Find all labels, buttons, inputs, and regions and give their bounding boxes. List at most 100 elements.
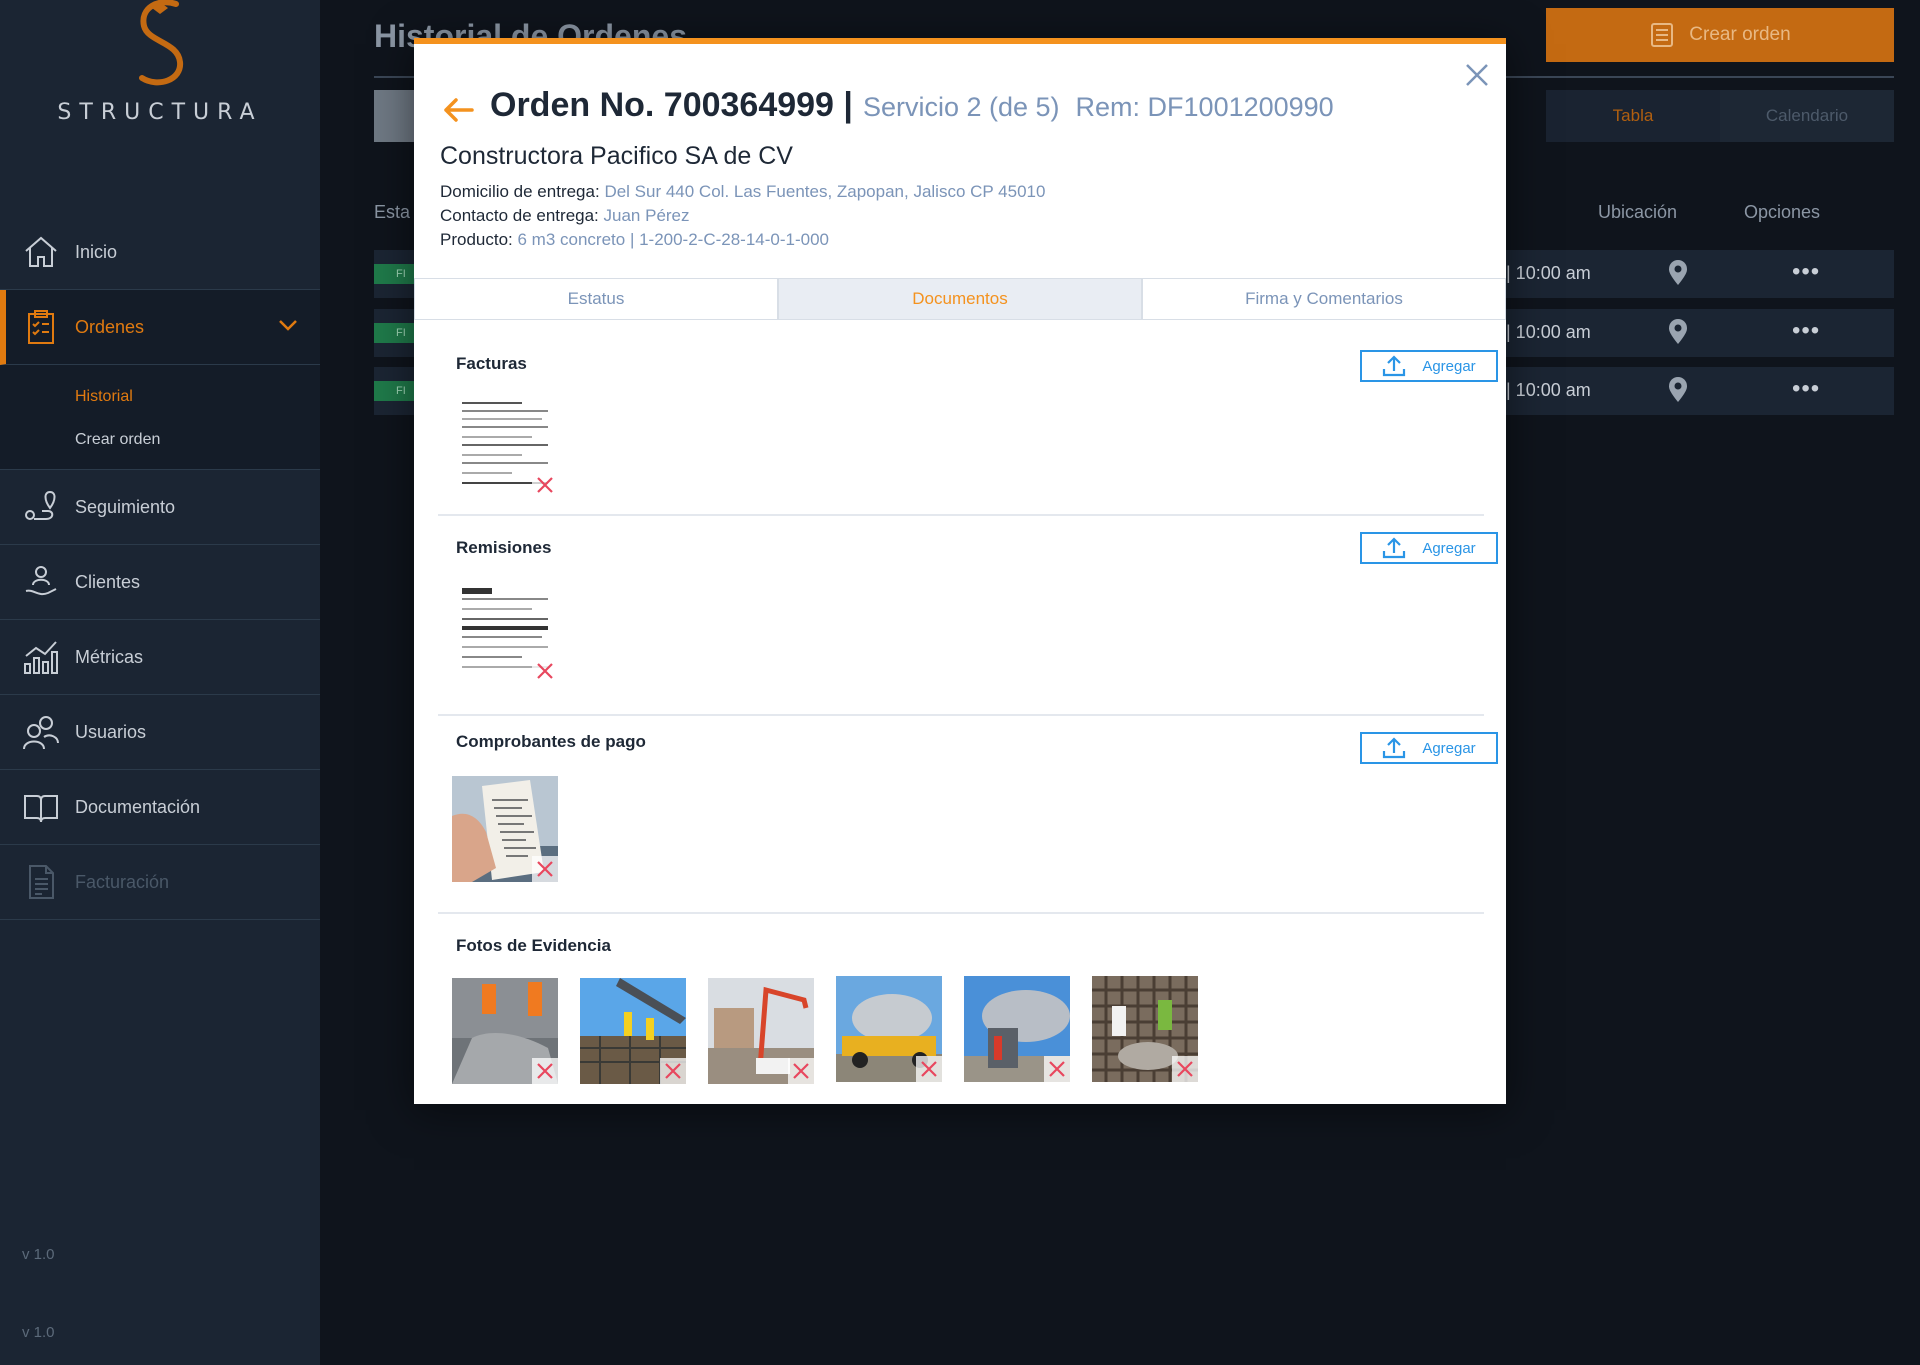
sidebar-nav: Inicio Ordenes Historial Crear orden Seg…	[0, 215, 320, 920]
invoice-icon	[29, 865, 54, 899]
sidebar-item-label: Ordenes	[75, 316, 145, 337]
view-calendar-tab[interactable]: Calendario	[1720, 90, 1894, 142]
header-separator: |	[843, 86, 853, 124]
section-comprobantes-pago: Comprobantes de pago Agregar	[438, 716, 1498, 914]
order-header: Orden No. 700364999 | Servicio 2 (de 5) Re…	[490, 86, 1334, 125]
sidebar-item-seguimiento[interactable]: Seguimiento	[0, 470, 320, 545]
version-label: v 1.0	[22, 1324, 55, 1341]
more-options-icon[interactable]: •••	[1792, 319, 1820, 343]
user-hand-icon	[25, 566, 57, 596]
status-badge: FI	[374, 264, 414, 284]
sidebar: STRUCTURA Inicio Ordenes Historial Crear…	[0, 0, 320, 1365]
section-facturas: Facturas Agregar	[438, 334, 1498, 516]
column-header-location: Ubicación	[1598, 202, 1678, 222]
tab-estatus[interactable]: Estatus	[414, 278, 778, 319]
order-detail-modal: Orden No. 700364999 | Servicio 2 (de 5) Re…	[414, 38, 1506, 1104]
product-info: Producto: 6 m3 concreto | 1-200-2-C-28-1…	[440, 230, 830, 249]
sidebar-item-documentacion[interactable]: Documentación	[0, 770, 320, 845]
sidebar-item-label: Métricas	[75, 646, 144, 667]
tab-documentos[interactable]: Documentos	[778, 278, 1142, 319]
back-arrow-icon[interactable]	[442, 96, 474, 124]
evidence-photo[interactable]	[964, 976, 1070, 1082]
column-header-status: Esta	[374, 202, 411, 222]
location-pin-icon[interactable]	[1667, 377, 1689, 403]
subnav-item-crear-orden[interactable]: Crear orden	[75, 418, 320, 461]
remove-icon[interactable]	[788, 1058, 814, 1084]
remove-icon[interactable]	[1044, 1056, 1070, 1082]
users-icon	[23, 716, 59, 750]
delivery-contact: Contacto de entrega: Juan Pérez	[440, 206, 690, 225]
rem-label: Rem: DF1001200990	[1075, 92, 1334, 122]
add-invoice-button[interactable]: Agregar	[1360, 350, 1498, 382]
document-list-icon	[1651, 23, 1674, 47]
evidence-photo[interactable]	[1092, 976, 1198, 1082]
clipboard-icon	[28, 310, 54, 344]
add-payment-proof-button[interactable]: Agregar	[1360, 732, 1498, 764]
upload-icon	[1383, 737, 1406, 759]
sidebar-item-metricas[interactable]: Métricas	[0, 620, 320, 695]
chevron-down-icon[interactable]	[278, 318, 298, 332]
sidebar-item-inicio[interactable]: Inicio	[0, 215, 320, 290]
book-icon	[24, 795, 58, 823]
sidebar-item-label: Seguimiento	[75, 496, 176, 517]
sidebar-item-label: Clientes	[75, 571, 141, 592]
section-fotos-evidencia: Fotos de Evidencia	[438, 916, 1484, 1096]
bar-chart-icon	[24, 641, 58, 674]
status-badge: FI	[374, 323, 414, 343]
brand-name: STRUCTURA	[57, 100, 263, 125]
section-title: Remisiones	[456, 538, 552, 557]
sidebar-item-label: Facturación	[75, 871, 170, 892]
subnav-item-historial[interactable]: Historial	[75, 375, 320, 418]
section-title: Comprobantes de pago	[456, 732, 646, 751]
section-title: Facturas	[456, 354, 527, 373]
sidebar-item-label: Usuarios	[75, 721, 147, 742]
add-remission-button[interactable]: Agregar	[1360, 532, 1498, 564]
row-time: | 10:00 am	[1506, 322, 1591, 342]
view-table-tab[interactable]: Tabla	[1546, 90, 1720, 142]
tab-firma-comentarios[interactable]: Firma y Comentarios	[1142, 278, 1506, 319]
sidebar-item-clientes[interactable]: Clientes	[0, 545, 320, 620]
upload-icon	[1383, 355, 1406, 377]
evidence-photo[interactable]	[836, 976, 942, 1082]
sidebar-item-facturacion[interactable]: Facturación	[0, 845, 320, 920]
remove-icon[interactable]	[532, 472, 558, 498]
create-order-label: Crear orden	[1689, 24, 1791, 45]
company-name: Constructora Pacifico SA de CV	[440, 142, 793, 170]
remove-icon[interactable]	[660, 1058, 686, 1084]
more-options-icon[interactable]: •••	[1792, 260, 1820, 284]
evidence-photo[interactable]	[708, 978, 814, 1084]
version-label: v 1.0	[22, 1246, 55, 1263]
home-icon	[25, 236, 57, 267]
delivery-address: Domicilio de entrega: Del Sur 440 Col. L…	[440, 182, 1046, 201]
remove-icon[interactable]	[532, 856, 558, 882]
location-pin-icon[interactable]	[1667, 319, 1689, 345]
sidebar-item-ordenes[interactable]: Ordenes	[0, 290, 320, 365]
remove-icon[interactable]	[916, 1056, 942, 1082]
remove-icon[interactable]	[532, 1058, 558, 1084]
close-icon[interactable]	[1464, 62, 1490, 88]
modal-tabs: Estatus Documentos Firma y Comentarios	[414, 278, 1506, 320]
evidence-photo[interactable]	[580, 978, 686, 1084]
sidebar-item-label: Documentación	[75, 796, 201, 817]
sidebar-item-usuarios[interactable]: Usuarios	[0, 695, 320, 770]
evidence-photo[interactable]	[452, 978, 558, 1084]
payment-proof-thumbnail[interactable]	[452, 776, 558, 882]
row-time: | 10:00 am	[1506, 263, 1591, 283]
status-badge: FI	[374, 381, 414, 401]
location-pin-icon[interactable]	[1667, 260, 1689, 286]
remove-icon[interactable]	[1172, 1056, 1198, 1082]
more-options-icon[interactable]: •••	[1792, 377, 1820, 401]
invoice-thumbnail[interactable]	[452, 392, 558, 498]
sidebar-item-label: Inicio	[75, 241, 118, 262]
row-time: | 10:00 am	[1506, 380, 1591, 400]
upload-icon	[1383, 537, 1406, 559]
view-toggle: Tabla Calendario	[1546, 90, 1894, 142]
remove-icon[interactable]	[532, 658, 558, 684]
create-order-button[interactable]: Crear orden	[1546, 8, 1894, 62]
section-remisiones: Remisiones Agregar	[438, 516, 1498, 716]
order-number: Orden No. 700364999	[490, 86, 834, 124]
column-header-options: Opciones	[1744, 202, 1821, 222]
remission-thumbnail[interactable]	[452, 578, 558, 684]
map-route-icon	[25, 490, 56, 520]
service-label: Servicio 2 (de 5)	[862, 92, 1060, 122]
